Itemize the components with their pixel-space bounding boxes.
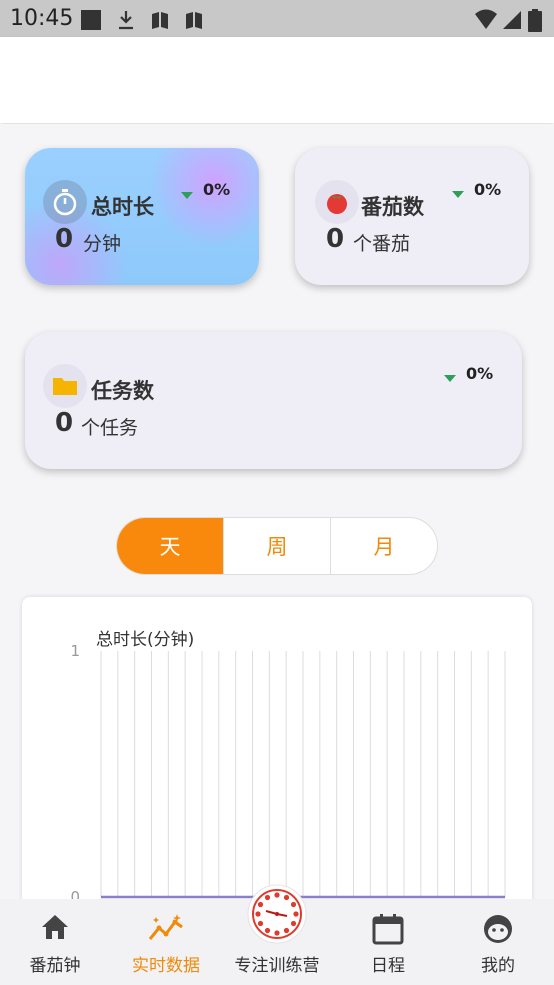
pomodoro-count-card[interactable]: 番茄数 0% 0 个番茄 (295, 148, 529, 285)
card-percent: 0% (466, 364, 494, 383)
card-title: 任务数 (91, 379, 154, 403)
tab-label: 实时数据 (132, 956, 200, 976)
home-icon (42, 915, 68, 939)
tab-label: 我的 (481, 956, 515, 976)
card-percent: 0% (474, 180, 502, 199)
tomato-icon (315, 180, 359, 224)
tab-label: 专注训练营 (234, 956, 320, 976)
face-icon (484, 915, 512, 943)
card-title: 番茄数 (361, 195, 424, 219)
tab-month[interactable]: 月 (330, 518, 437, 574)
tab-pomodoro[interactable]: 番茄钟 (0, 899, 110, 985)
notification-square-icon (81, 10, 101, 30)
task-count-card[interactable]: 任务数 0% 0 个任务 (25, 332, 522, 469)
stats-content: 总时长 0% 0 分钟 番茄数 0% 0 个番茄 任务数 0% 0 个任务 天 … (0, 124, 554, 899)
y-axis-label: 总时长(分钟) (96, 630, 194, 650)
stopwatch-icon (43, 180, 87, 224)
download-icon (119, 11, 133, 30)
tab-label: 番茄钟 (29, 956, 81, 976)
card-unit: 个任务 (81, 417, 139, 439)
wifi-icon (475, 9, 497, 29)
period-segmented-control: 天 周 月 (116, 517, 438, 575)
trend-chart-icon (148, 914, 183, 940)
folder-icon (43, 364, 87, 408)
card-value: 0 (326, 224, 345, 254)
tab-week[interactable]: 周 (223, 518, 330, 574)
y-tick-label-bottom: 0 (70, 888, 80, 899)
bottom-tab-bar: 番茄钟 实时数据 专注训练营 日程 我的 (0, 884, 554, 985)
y-tick-label-top: 1 (70, 642, 80, 660)
book-icon (186, 12, 202, 29)
status-bar: 10:45 (0, 0, 554, 37)
tab-day[interactable]: 天 (117, 518, 223, 574)
card-value: 0 (55, 224, 74, 254)
calendar-icon (372, 914, 404, 945)
total-time-card[interactable]: 总时长 0% 0 分钟 (25, 148, 259, 285)
signal-icon (503, 11, 521, 29)
trend-down-icon (181, 192, 193, 199)
app-bar (0, 37, 554, 123)
line-chart: 总时长(分钟) 1 0 (70, 630, 506, 899)
card-unit: 个番茄 (353, 233, 411, 255)
status-time: 10:45 (10, 6, 74, 31)
tab-mine[interactable]: 我的 (443, 899, 553, 985)
tab-focus-camp[interactable]: 专注训练营 (222, 884, 332, 985)
card-title: 总时长 (91, 195, 154, 219)
card-unit: 分钟 (83, 233, 122, 255)
chart-card: 总时长(分钟) 1 0 (22, 597, 532, 899)
tab-realtime-data[interactable]: 实时数据 (111, 899, 221, 985)
tab-schedule[interactable]: 日程 (333, 899, 443, 985)
card-percent: 0% (203, 180, 231, 199)
clock-fab-icon (247, 884, 307, 944)
book-icon (152, 12, 168, 29)
trend-down-icon (452, 191, 464, 198)
battery-icon (528, 9, 542, 32)
card-value: 0 (55, 408, 74, 438)
trend-down-icon (444, 375, 456, 382)
tab-label: 日程 (371, 956, 405, 976)
